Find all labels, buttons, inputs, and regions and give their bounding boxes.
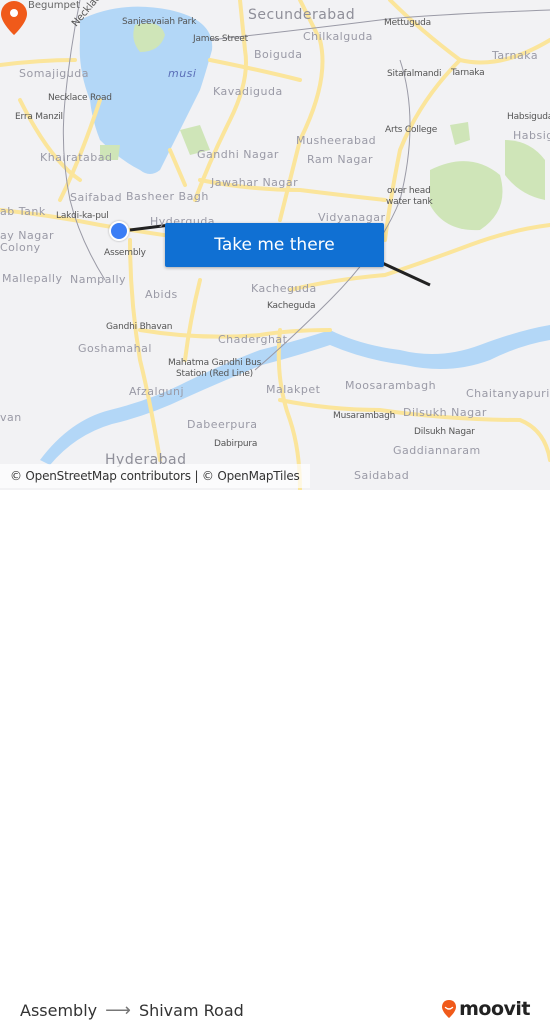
map-label-kacheguda-small: Kacheguda <box>267 301 316 311</box>
map-label-gandhi-bhavan: Gandhi Bhavan <box>106 322 173 332</box>
destination-name: Shivam Road <box>138 1001 244 1020</box>
map-label-musarambagh: Musarambagh <box>333 411 396 421</box>
map-label-malakpet: Malakpet <box>266 383 321 396</box>
map-label-dilsukh-nagar: Dilsukh Nagar <box>403 406 487 419</box>
origin-name: Assembly <box>20 1001 98 1020</box>
map-label-ab-tank: ab Tank <box>0 205 46 218</box>
map-label-gaddiannaram: Gaddiannaram <box>393 444 481 457</box>
map-label-somajiguda: Somajiguda <box>19 67 89 80</box>
arrow-right-icon: ⟶ <box>105 1000 131 1021</box>
map-label-dabirpura: Dabirpura <box>214 439 258 449</box>
map[interactable]: Begumpet Necklace Road Sanjeevaiah Park … <box>0 0 550 490</box>
map-label-habsiguda-small: Habsiguda <box>507 112 550 122</box>
map-label-arts-college: Arts College <box>385 125 438 135</box>
moovit-pin-icon <box>442 1000 457 1018</box>
origin-marker[interactable] <box>109 221 129 241</box>
map-label-habsiguda: Habsig <box>513 129 550 142</box>
map-label-sanjeevaiah-park: Sanjeevaiah Park <box>122 17 197 27</box>
route-summary: Assembly ⟶ Shivam Road <box>20 1000 244 1021</box>
map-label-ram-nagar: Ram Nagar <box>307 153 374 166</box>
take-me-there-button[interactable]: Take me there <box>165 223 384 267</box>
map-attribution[interactable]: © OpenStreetMap contributors | © OpenMap… <box>0 464 310 488</box>
map-label-goshamahal: Goshamahal <box>78 342 152 355</box>
map-label-musi: musi <box>168 67 197 80</box>
map-label-secunderabad: Secunderabad <box>248 7 356 23</box>
park <box>505 140 545 200</box>
map-label-basheer-bagh: Basheer Bagh <box>126 190 209 203</box>
map-label-james-street: James Street <box>193 34 248 44</box>
map-label-jawahar-nagar: Jawahar Nagar <box>211 176 299 189</box>
map-label-nampally: Nampally <box>70 273 127 286</box>
map-label-moosarambagh: Moosarambagh <box>345 379 437 392</box>
map-label-mg-bus-station-2: Station (Red Line) <box>176 369 253 379</box>
map-label-mallepally: Mallepally <box>2 272 63 285</box>
map-label-tarnaka: Tarnaka <box>492 49 539 62</box>
park <box>430 161 503 231</box>
map-label-dabeerpura: Dabeerpura <box>187 418 258 431</box>
map-label-dilsukh-nagar-small: Dilsukh Nagar <box>414 427 475 437</box>
map-label-van: van <box>0 411 22 424</box>
map-label-lakdi-ka-pul: Lakdi-ka-pul <box>56 211 109 221</box>
map-label-afzalgunj: Afzalgunj <box>129 385 185 398</box>
map-label-saifabad: Saifabad <box>70 191 123 204</box>
map-label-tamaka: Tarnaka <box>451 68 485 78</box>
map-label-mettuguda: Mettuguda <box>384 18 431 28</box>
map-label-khairatabad: Khairatabad <box>40 151 113 164</box>
map-label-necklace-road: Necklace Road <box>48 93 112 103</box>
map-label-colony: Colony <box>0 241 41 254</box>
map-label-abids: Abids <box>145 288 178 301</box>
map-label-over-head: over head <box>387 186 431 196</box>
map-label-chilkalguda: Chilkalguda <box>303 30 373 43</box>
map-label-mg-bus-station-1: Mahatma Gandhi Bus <box>168 358 262 368</box>
map-label-sitafalmandi: Sitafalmandi <box>387 69 442 79</box>
map-label-gandhi-nagar: Gandhi Nagar <box>197 148 279 161</box>
park <box>450 122 470 145</box>
map-label-chaitanyapuri: Chaitanyapuri <box>466 387 550 400</box>
footer: Assembly ⟶ Shivam Road moovit <box>0 490 550 1021</box>
destination-pin-icon[interactable] <box>0 0 28 36</box>
map-label-saidabad: Saidabad <box>354 469 410 482</box>
map-label-begumpet: Begumpet <box>28 0 80 11</box>
map-label-erra-manzil: Erra Manzil <box>15 112 63 122</box>
moovit-logo[interactable]: moovit <box>441 998 530 1020</box>
map-label-kacheguda: Kacheguda <box>251 282 317 295</box>
moovit-wordmark: moovit <box>459 998 530 1020</box>
map-label-chaderghat: Chaderghat <box>218 333 288 346</box>
map-label-kavadiguda: Kavadiguda <box>213 85 283 98</box>
map-label-water-tank: water tank <box>386 197 433 207</box>
map-label-musheerabad: Musheerabad <box>296 134 377 147</box>
map-label-boiguda: Boiguda <box>254 48 303 61</box>
map-label-assembly: Assembly <box>104 248 146 258</box>
